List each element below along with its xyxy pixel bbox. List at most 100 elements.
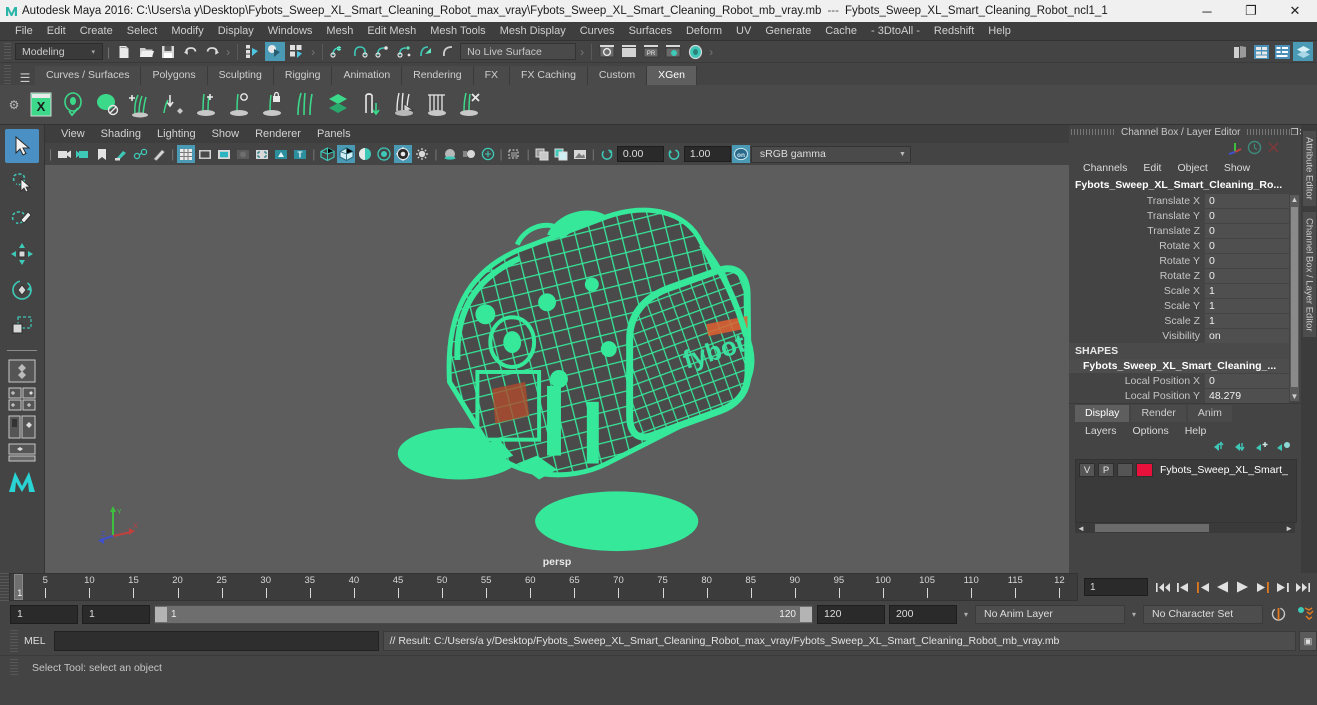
layer-playback-toggle[interactable]: P (1098, 463, 1114, 477)
script-editor-button[interactable]: ▣ (1299, 631, 1317, 651)
wireframe-shading-icon[interactable] (318, 145, 336, 163)
time-slider[interactable]: 5 10 15 20 25 30 35 40 45 50 55 60 65 70 75 80 85 90 95 100… (9, 573, 1078, 601)
shelf-tab-rendering[interactable]: Rendering (402, 66, 474, 85)
maximize-button[interactable]: ❐ (1229, 0, 1273, 22)
grid-toggle-icon[interactable] (177, 145, 196, 163)
minimize-button[interactable]: ─ (1185, 0, 1229, 22)
viewport-menu-panels[interactable]: Panels (309, 128, 359, 140)
film-origin-icon[interactable] (253, 145, 271, 163)
shelf-menu-icon[interactable]: ☰ (15, 71, 35, 85)
move-tool[interactable] (5, 237, 39, 271)
channel-value[interactable]: 0 (1205, 193, 1289, 208)
layout-outliner-persp-button[interactable] (6, 414, 38, 440)
select-by-component-type-icon[interactable] (287, 42, 307, 61)
layer-row[interactable]: V P Fybots_Sweep_XL_Smart_ (1079, 463, 1293, 477)
xgen-grow-guide-icon[interactable] (189, 88, 222, 122)
range-end-field[interactable]: 120 (816, 604, 885, 624)
channel-red-icon[interactable] (1266, 140, 1281, 158)
channel-value[interactable]: 0 (1205, 208, 1289, 223)
snap-to-view-plane-icon[interactable] (416, 42, 436, 61)
undo-icon[interactable] (180, 42, 200, 61)
viewport-menu-view[interactable]: View (53, 128, 93, 140)
vertical-tab-attribute-editor[interactable]: Attribute Editor (1302, 131, 1316, 206)
channel-row-scale-x[interactable]: Scale X 1 (1069, 283, 1289, 298)
scale-tool[interactable] (5, 309, 39, 343)
chevron-down-icon[interactable]: ▾ (961, 610, 971, 619)
shelf-tab-custom[interactable]: Custom (587, 66, 648, 85)
camera-attributes-icon[interactable] (74, 145, 92, 163)
anim-start-field[interactable]: 1 (10, 604, 78, 624)
save-scene-icon[interactable] (158, 42, 178, 61)
layer-visibility-toggle[interactable]: V (1079, 463, 1095, 477)
layout-single-button[interactable] (6, 358, 38, 384)
select-camera-icon[interactable] (55, 145, 73, 163)
xray-active-components-icon[interactable] (571, 145, 589, 163)
tool-settings-toggle-icon[interactable] (1272, 42, 1292, 61)
menu-item-file[interactable]: File (8, 22, 40, 41)
character-set-field[interactable]: No Character Set (1143, 604, 1263, 624)
smooth-shading-icon[interactable] (337, 145, 356, 163)
menu-item-curves[interactable]: Curves (573, 22, 622, 41)
menu-item-mesh-tools[interactable]: Mesh Tools (423, 22, 492, 41)
go-to-end-button[interactable] (1294, 578, 1311, 596)
menu-item-3dtoall[interactable]: - 3DtoAll - (864, 22, 927, 41)
viewport-menu-show[interactable]: Show (204, 128, 248, 140)
exposure-reset-icon[interactable] (598, 145, 616, 163)
xgen-editor-icon[interactable]: X (24, 88, 57, 122)
cb-menu-object[interactable]: Object (1169, 162, 1215, 174)
shelf-tab-polygons[interactable]: Polygons (141, 66, 208, 85)
bookmark-icon[interactable] (93, 145, 111, 163)
current-frame-field[interactable]: 1 (1084, 578, 1148, 596)
color-profile-selector[interactable]: sRGB gamma ▼ (750, 145, 911, 163)
channel-row-translate-x[interactable]: Translate X 0 (1069, 193, 1289, 208)
layer-list-horizontal-scrollbar[interactable]: ◄ ► (1075, 523, 1295, 533)
shelf-tab-xgen[interactable]: XGen (647, 66, 697, 85)
move-layer-up-icon[interactable] (1213, 440, 1228, 456)
create-new-layer-icon[interactable] (1255, 440, 1270, 456)
shelf-options-gear-icon[interactable]: ⚙ (4, 98, 24, 112)
shelf-tab-curves-surfaces[interactable]: Curves / Surfaces (35, 66, 142, 85)
animation-preferences-icon[interactable] (1293, 606, 1317, 623)
time-slider-grip[interactable] (0, 573, 9, 601)
xgen-preview-icon[interactable] (57, 88, 90, 122)
undock-panel-button[interactable]: ❐ (1291, 126, 1299, 138)
menu-item-display[interactable]: Display (211, 22, 261, 41)
xgen-delete-guide-icon[interactable] (453, 88, 486, 122)
command-line-grip[interactable] (10, 630, 18, 652)
channel-value[interactable]: 1 (1205, 298, 1289, 313)
cb-menu-show[interactable]: Show (1216, 162, 1258, 174)
layer-menu-layers[interactable]: Layers (1077, 425, 1125, 437)
shaded-wireframe-icon[interactable] (356, 145, 374, 163)
channel-row-scale-z[interactable]: Scale Z 1 (1069, 313, 1289, 328)
layer-tab-display[interactable]: Display (1075, 405, 1130, 422)
ipr-toggle-icon[interactable] (685, 42, 705, 61)
channel-row-scale-y[interactable]: Scale Y 1 (1069, 298, 1289, 313)
range-right-handle[interactable] (799, 606, 812, 622)
menu-item-redshift[interactable]: Redshift (927, 22, 981, 41)
channel-row-rotate-x[interactable]: Rotate X 0 (1069, 238, 1289, 253)
snap-to-point-icon[interactable] (372, 42, 392, 61)
snap-to-projected-center-icon[interactable] (394, 42, 414, 61)
step-back-keyframe-button[interactable] (1174, 578, 1191, 596)
range-slider[interactable]: 1 120 (154, 604, 813, 624)
layer-tab-anim[interactable]: Anim (1187, 405, 1232, 422)
xgen-select-guides-icon[interactable] (387, 88, 420, 122)
scrollbar-thumb[interactable] (1291, 207, 1298, 387)
layout-four-view-button[interactable] (6, 386, 38, 412)
shelf-grip[interactable] (4, 65, 11, 85)
xgen-density-icon[interactable] (420, 88, 453, 122)
menu-item-select[interactable]: Select (120, 22, 165, 41)
panel-drag-dots[interactable] (1071, 129, 1115, 135)
command-input[interactable] (53, 631, 379, 651)
channel-value[interactable]: on (1205, 328, 1289, 343)
menu-item-help[interactable]: Help (981, 22, 1018, 41)
scroll-right-icon[interactable]: ► (1283, 524, 1295, 533)
grease-pencil-icon[interactable] (150, 145, 168, 163)
channel-row-visibility[interactable]: Visibility on (1069, 328, 1289, 343)
xgen-patches-icon[interactable] (321, 88, 354, 122)
xgen-guide-circle-icon[interactable] (222, 88, 255, 122)
make-live-icon[interactable] (438, 42, 458, 61)
xgen-guides-group-icon[interactable] (288, 88, 321, 122)
channel-row-translate-z[interactable]: Translate Z 0 (1069, 223, 1289, 238)
channel-value[interactable]: 0 (1205, 253, 1289, 268)
